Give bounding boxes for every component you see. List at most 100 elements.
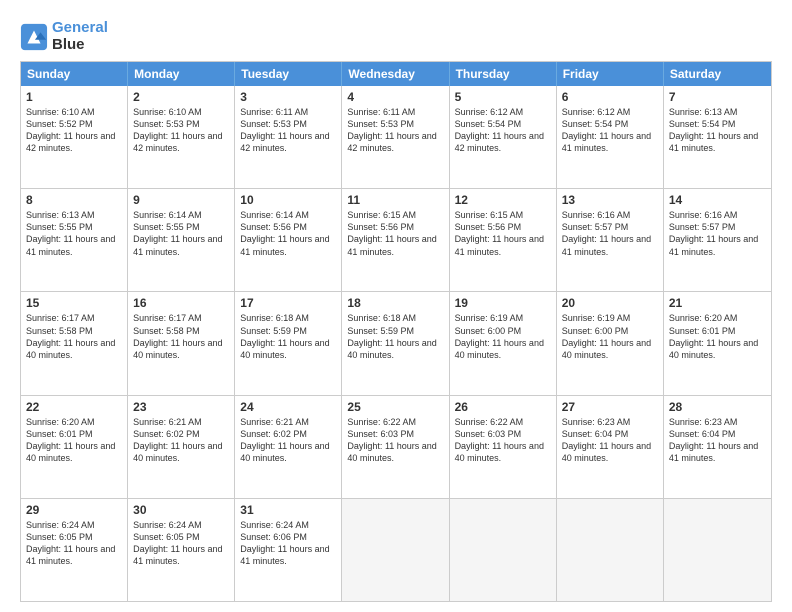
calendar-cell-30: 30 Sunrise: 6:24 AM Sunset: 6:05 PM Dayl… (128, 499, 235, 601)
cell-info: Sunrise: 6:13 AM Sunset: 5:55 PM Dayligh… (26, 209, 122, 258)
cell-info: Sunrise: 6:17 AM Sunset: 5:58 PM Dayligh… (133, 312, 229, 361)
cell-info: Sunrise: 6:14 AM Sunset: 5:56 PM Dayligh… (240, 209, 336, 258)
cell-date: 29 (26, 503, 122, 517)
calendar-cell-25: 25 Sunrise: 6:22 AM Sunset: 6:03 PM Dayl… (342, 396, 449, 498)
cell-info: Sunrise: 6:13 AM Sunset: 5:54 PM Dayligh… (669, 106, 766, 155)
cell-date: 11 (347, 193, 443, 207)
cell-info: Sunrise: 6:23 AM Sunset: 6:04 PM Dayligh… (562, 416, 658, 465)
cell-info: Sunrise: 6:15 AM Sunset: 5:56 PM Dayligh… (455, 209, 551, 258)
calendar-row-4: 22 Sunrise: 6:20 AM Sunset: 6:01 PM Dayl… (21, 396, 771, 499)
cell-info: Sunrise: 6:19 AM Sunset: 6:00 PM Dayligh… (455, 312, 551, 361)
calendar-cell-6: 6 Sunrise: 6:12 AM Sunset: 5:54 PM Dayli… (557, 86, 664, 188)
cell-date: 31 (240, 503, 336, 517)
calendar-cell-empty (342, 499, 449, 601)
calendar-cell-28: 28 Sunrise: 6:23 AM Sunset: 6:04 PM Dayl… (664, 396, 771, 498)
cell-info: Sunrise: 6:19 AM Sunset: 6:00 PM Dayligh… (562, 312, 658, 361)
header: General Blue (20, 16, 772, 53)
cell-info: Sunrise: 6:23 AM Sunset: 6:04 PM Dayligh… (669, 416, 766, 465)
cell-info: Sunrise: 6:16 AM Sunset: 5:57 PM Dayligh… (669, 209, 766, 258)
calendar-cell-21: 21 Sunrise: 6:20 AM Sunset: 6:01 PM Dayl… (664, 292, 771, 394)
cell-date: 16 (133, 296, 229, 310)
calendar-cell-9: 9 Sunrise: 6:14 AM Sunset: 5:55 PM Dayli… (128, 189, 235, 291)
calendar-cell-19: 19 Sunrise: 6:19 AM Sunset: 6:00 PM Dayl… (450, 292, 557, 394)
cell-date: 12 (455, 193, 551, 207)
cell-info: Sunrise: 6:12 AM Sunset: 5:54 PM Dayligh… (562, 106, 658, 155)
cell-date: 20 (562, 296, 658, 310)
calendar-cell-2: 2 Sunrise: 6:10 AM Sunset: 5:53 PM Dayli… (128, 86, 235, 188)
calendar-cell-8: 8 Sunrise: 6:13 AM Sunset: 5:55 PM Dayli… (21, 189, 128, 291)
cell-date: 5 (455, 90, 551, 104)
calendar-cell-23: 23 Sunrise: 6:21 AM Sunset: 6:02 PM Dayl… (128, 396, 235, 498)
logo-icon (20, 23, 48, 51)
calendar-cell-empty (664, 499, 771, 601)
cell-date: 25 (347, 400, 443, 414)
cell-info: Sunrise: 6:11 AM Sunset: 5:53 PM Dayligh… (240, 106, 336, 155)
calendar-cell-5: 5 Sunrise: 6:12 AM Sunset: 5:54 PM Dayli… (450, 86, 557, 188)
calendar-cell-27: 27 Sunrise: 6:23 AM Sunset: 6:04 PM Dayl… (557, 396, 664, 498)
calendar-cell-16: 16 Sunrise: 6:17 AM Sunset: 5:58 PM Dayl… (128, 292, 235, 394)
cell-date: 2 (133, 90, 229, 104)
logo-text: General Blue (52, 20, 108, 53)
cell-info: Sunrise: 6:10 AM Sunset: 5:52 PM Dayligh… (26, 106, 122, 155)
calendar-cell-7: 7 Sunrise: 6:13 AM Sunset: 5:54 PM Dayli… (664, 86, 771, 188)
calendar-cell-11: 11 Sunrise: 6:15 AM Sunset: 5:56 PM Dayl… (342, 189, 449, 291)
calendar-row-1: 1 Sunrise: 6:10 AM Sunset: 5:52 PM Dayli… (21, 86, 771, 189)
cell-info: Sunrise: 6:24 AM Sunset: 6:05 PM Dayligh… (133, 519, 229, 568)
calendar-cell-17: 17 Sunrise: 6:18 AM Sunset: 5:59 PM Dayl… (235, 292, 342, 394)
cell-info: Sunrise: 6:21 AM Sunset: 6:02 PM Dayligh… (240, 416, 336, 465)
day-header-wednesday: Wednesday (342, 62, 449, 86)
calendar-cell-29: 29 Sunrise: 6:24 AM Sunset: 6:05 PM Dayl… (21, 499, 128, 601)
cell-info: Sunrise: 6:18 AM Sunset: 5:59 PM Dayligh… (347, 312, 443, 361)
cell-date: 10 (240, 193, 336, 207)
cell-date: 4 (347, 90, 443, 104)
day-header-friday: Friday (557, 62, 664, 86)
cell-date: 24 (240, 400, 336, 414)
calendar-cell-empty (450, 499, 557, 601)
calendar-cell-13: 13 Sunrise: 6:16 AM Sunset: 5:57 PM Dayl… (557, 189, 664, 291)
calendar-row-2: 8 Sunrise: 6:13 AM Sunset: 5:55 PM Dayli… (21, 189, 771, 292)
cell-info: Sunrise: 6:24 AM Sunset: 6:05 PM Dayligh… (26, 519, 122, 568)
day-header-saturday: Saturday (664, 62, 771, 86)
calendar-cell-3: 3 Sunrise: 6:11 AM Sunset: 5:53 PM Dayli… (235, 86, 342, 188)
cell-info: Sunrise: 6:10 AM Sunset: 5:53 PM Dayligh… (133, 106, 229, 155)
calendar-cell-22: 22 Sunrise: 6:20 AM Sunset: 6:01 PM Dayl… (21, 396, 128, 498)
calendar-cell-15: 15 Sunrise: 6:17 AM Sunset: 5:58 PM Dayl… (21, 292, 128, 394)
calendar-cell-26: 26 Sunrise: 6:22 AM Sunset: 6:03 PM Dayl… (450, 396, 557, 498)
calendar: SundayMondayTuesdayWednesdayThursdayFrid… (20, 61, 772, 602)
cell-info: Sunrise: 6:16 AM Sunset: 5:57 PM Dayligh… (562, 209, 658, 258)
cell-date: 26 (455, 400, 551, 414)
cell-date: 7 (669, 90, 766, 104)
logo: General Blue (20, 20, 108, 53)
calendar-body: 1 Sunrise: 6:10 AM Sunset: 5:52 PM Dayli… (21, 86, 771, 601)
cell-info: Sunrise: 6:21 AM Sunset: 6:02 PM Dayligh… (133, 416, 229, 465)
cell-info: Sunrise: 6:22 AM Sunset: 6:03 PM Dayligh… (347, 416, 443, 465)
cell-date: 19 (455, 296, 551, 310)
calendar-cell-4: 4 Sunrise: 6:11 AM Sunset: 5:53 PM Dayli… (342, 86, 449, 188)
cell-date: 9 (133, 193, 229, 207)
calendar-header: SundayMondayTuesdayWednesdayThursdayFrid… (21, 62, 771, 86)
day-header-sunday: Sunday (21, 62, 128, 86)
day-header-tuesday: Tuesday (235, 62, 342, 86)
cell-info: Sunrise: 6:18 AM Sunset: 5:59 PM Dayligh… (240, 312, 336, 361)
day-header-thursday: Thursday (450, 62, 557, 86)
page: General Blue SundayMondayTuesdayWednesda… (0, 0, 792, 612)
calendar-cell-12: 12 Sunrise: 6:15 AM Sunset: 5:56 PM Dayl… (450, 189, 557, 291)
cell-date: 15 (26, 296, 122, 310)
cell-info: Sunrise: 6:12 AM Sunset: 5:54 PM Dayligh… (455, 106, 551, 155)
calendar-cell-24: 24 Sunrise: 6:21 AM Sunset: 6:02 PM Dayl… (235, 396, 342, 498)
calendar-cell-1: 1 Sunrise: 6:10 AM Sunset: 5:52 PM Dayli… (21, 86, 128, 188)
cell-date: 13 (562, 193, 658, 207)
cell-info: Sunrise: 6:24 AM Sunset: 6:06 PM Dayligh… (240, 519, 336, 568)
cell-date: 18 (347, 296, 443, 310)
calendar-cell-14: 14 Sunrise: 6:16 AM Sunset: 5:57 PM Dayl… (664, 189, 771, 291)
cell-date: 1 (26, 90, 122, 104)
calendar-cell-10: 10 Sunrise: 6:14 AM Sunset: 5:56 PM Dayl… (235, 189, 342, 291)
cell-date: 6 (562, 90, 658, 104)
calendar-cell-20: 20 Sunrise: 6:19 AM Sunset: 6:00 PM Dayl… (557, 292, 664, 394)
cell-date: 22 (26, 400, 122, 414)
cell-info: Sunrise: 6:17 AM Sunset: 5:58 PM Dayligh… (26, 312, 122, 361)
cell-info: Sunrise: 6:11 AM Sunset: 5:53 PM Dayligh… (347, 106, 443, 155)
cell-date: 23 (133, 400, 229, 414)
cell-date: 3 (240, 90, 336, 104)
day-header-monday: Monday (128, 62, 235, 86)
